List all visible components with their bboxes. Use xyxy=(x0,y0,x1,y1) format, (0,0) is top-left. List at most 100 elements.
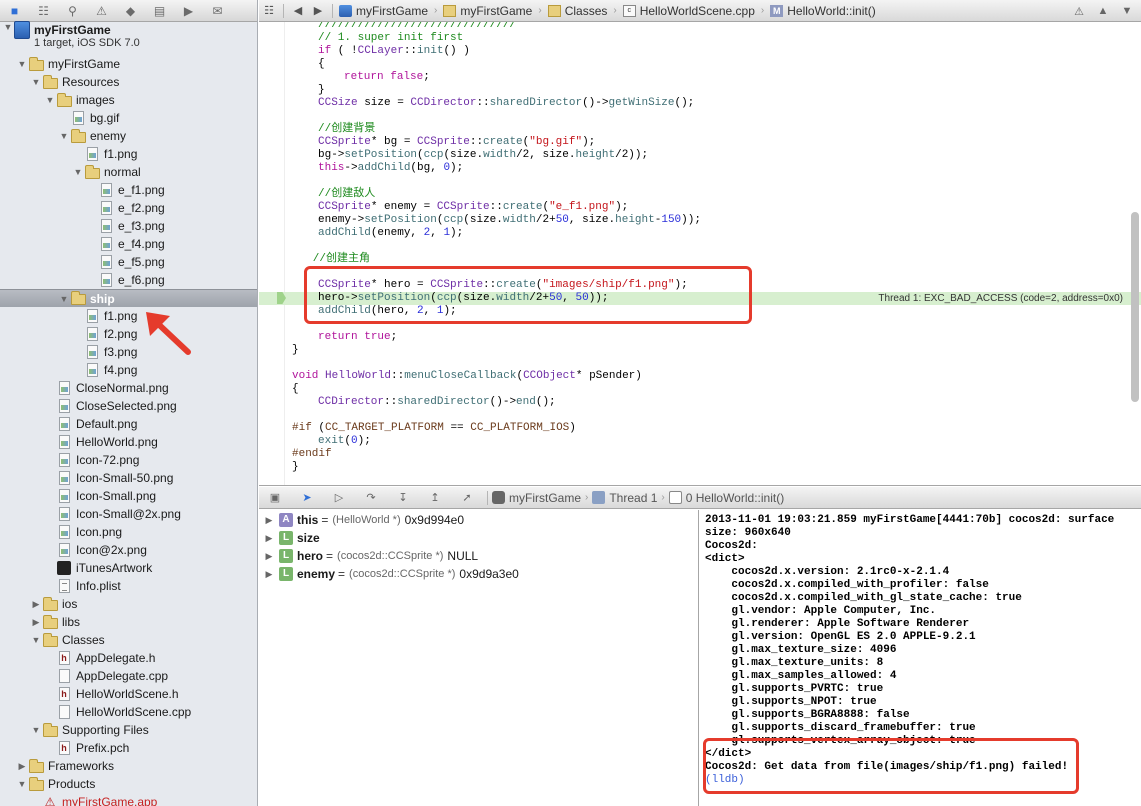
file-row[interactable]: ▶e_f4.png xyxy=(0,235,257,253)
code-line[interactable]: return true; xyxy=(259,331,1141,344)
code-line[interactable]: ////////////////////////////// xyxy=(259,22,1141,32)
location-icon[interactable]: ➚ xyxy=(451,491,483,504)
folder-row[interactable]: ▼ Supporting Files xyxy=(0,721,257,739)
file-row[interactable]: ▶CloseSelected.png xyxy=(0,397,257,415)
file-row[interactable]: ▶e_f6.png xyxy=(0,271,257,289)
file-row[interactable]: ▶Icon-72.png xyxy=(0,451,257,469)
folder-row[interactable]: ▶ libs xyxy=(0,613,257,631)
folder-row[interactable]: ▶ ios xyxy=(0,595,257,613)
test-icon[interactable]: ◆ xyxy=(116,0,145,22)
disclosure-triangle-icon[interactable]: ▼ xyxy=(58,294,70,304)
file-row[interactable]: ▶HelloWorld.png xyxy=(0,433,257,451)
debug-console[interactable]: 2013-11-01 19:03:21.859 myFirstGame[4441… xyxy=(700,510,1141,806)
file-row[interactable]: ▶hAppDelegate.h xyxy=(0,649,257,667)
debug-breadcrumb-item[interactable]: myFirstGame xyxy=(492,491,581,505)
file-row[interactable]: ▶f1.png xyxy=(0,145,257,163)
file-row[interactable]: ▶e_f2.png xyxy=(0,199,257,217)
code-line[interactable]: CCSprite* enemy = CCSprite::create("e_f1… xyxy=(259,201,1141,214)
file-row[interactable]: ▶e_f3.png xyxy=(0,217,257,235)
program-counter-arrow-icon[interactable] xyxy=(277,292,286,304)
debug-icon[interactable]: ▤ xyxy=(145,0,174,22)
log-icon[interactable]: ✉ xyxy=(203,0,232,22)
file-row[interactable]: ▶Icon-Small@2x.png xyxy=(0,505,257,523)
file-row[interactable]: ▶CloseNormal.png xyxy=(0,379,257,397)
code-line[interactable]: #if (CC_TARGET_PLATFORM == CC_PLATFORM_I… xyxy=(259,422,1141,435)
code-line[interactable]: enemy->setPosition(ccp(size.width/2+50, … xyxy=(259,214,1141,227)
disclosure-triangle-icon[interactable]: ▶ xyxy=(16,761,28,772)
forward-arrow-icon[interactable]: ▶ xyxy=(308,4,328,17)
file-row[interactable]: ▶hHelloWorldScene.h xyxy=(0,685,257,703)
file-row[interactable]: ▶f3.png xyxy=(0,343,257,361)
code-line[interactable]: #endif xyxy=(259,448,1141,461)
debug-breadcrumb-item[interactable]: Thread 1 xyxy=(592,491,657,505)
debug-breadcrumb-item[interactable]: 0 HelloWorld::init() xyxy=(668,491,784,505)
variable-row[interactable]: ▶ Athis = (HelloWorld *) 0x9d994e0 xyxy=(259,511,699,529)
breadcrumb-item[interactable]: myFirstGame xyxy=(441,4,534,18)
code-line[interactable]: if ( !CCLayer::init() ) xyxy=(259,45,1141,58)
file-row[interactable]: ▶⚠myFirstGame.app xyxy=(0,793,257,806)
related-items-icon[interactable]: ☷ xyxy=(259,4,279,17)
file-row[interactable]: ▶Icon-Small.png xyxy=(0,487,257,505)
code-line[interactable]: CCSprite* bg = CCSprite::create("bg.gif"… xyxy=(259,136,1141,149)
code-line[interactable]: //创建敌人 xyxy=(259,188,1141,201)
warning-icon[interactable]: ⚠ xyxy=(87,0,116,22)
file-row[interactable]: ▶f4.png xyxy=(0,361,257,379)
file-row[interactable]: ▶f1.png xyxy=(0,307,257,325)
code-line[interactable] xyxy=(259,357,1141,370)
file-row[interactable]: ▶Default.png xyxy=(0,415,257,433)
editor-scrollbar[interactable] xyxy=(1131,212,1139,402)
step-into-icon[interactable]: ↧ xyxy=(387,491,419,504)
breadcrumb-item[interactable]: Classes xyxy=(546,4,610,18)
file-row[interactable]: ▶Icon@2x.png xyxy=(0,541,257,559)
disclosure-triangle-icon[interactable]: ▼ xyxy=(58,131,70,141)
file-row[interactable]: ▶bg.gif xyxy=(0,109,257,127)
file-row[interactable]: ▶e_f1.png xyxy=(0,181,257,199)
code-line[interactable]: return false; xyxy=(259,71,1141,84)
breakpoint-icon[interactable]: ▶ xyxy=(174,0,203,22)
warning-badge-icon[interactable]: ⚠ xyxy=(1071,4,1087,18)
file-row[interactable]: ▶Icon-Small-50.png xyxy=(0,469,257,487)
file-row[interactable]: ▶Info.plist xyxy=(0,577,257,595)
disclosure-triangle-icon[interactable]: ▼ xyxy=(16,59,28,69)
chevron-down-icon[interactable]: ▼ xyxy=(1119,4,1135,18)
code-line[interactable]: { xyxy=(259,58,1141,71)
folder-row[interactable]: ▼ myFirstGame xyxy=(0,55,257,73)
disclosure-triangle-icon[interactable]: ▶ xyxy=(30,617,42,628)
search-icon[interactable]: ⚲ xyxy=(58,0,87,22)
folder-row[interactable]: ▼ Resources xyxy=(0,73,257,91)
disclosure-triangle-icon[interactable]: ▼ xyxy=(30,725,42,735)
code-line[interactable]: exit(0); xyxy=(259,435,1141,448)
code-line[interactable] xyxy=(259,175,1141,188)
code-line[interactable]: } xyxy=(259,344,1141,357)
folder-row[interactable]: ▼ Products xyxy=(0,775,257,793)
disclosure-triangle-icon[interactable]: ▼ xyxy=(72,167,84,177)
code-line[interactable]: CCDirector::sharedDirector()->end(); xyxy=(259,396,1141,409)
code-line[interactable]: } xyxy=(259,461,1141,474)
chevron-up-icon[interactable]: ▲ xyxy=(1095,4,1111,18)
code-line[interactable]: //创建主角 xyxy=(259,253,1141,266)
code-line[interactable] xyxy=(259,409,1141,422)
variable-row[interactable]: ▶ Lenemy = (cocos2d::CCSprite *) 0x9d9a3e0 xyxy=(259,565,699,583)
code-line[interactable]: CCSize size = CCDirector::sharedDirector… xyxy=(259,97,1141,110)
disclosure-triangle-icon[interactable]: ▶ xyxy=(259,515,279,526)
code-line[interactable]: this->addChild(bg, 0); xyxy=(259,162,1141,175)
source-editor[interactable]: //////////////////////////////// 1. supe… xyxy=(259,22,1141,486)
step-out-icon[interactable]: ↥ xyxy=(419,491,451,504)
code-line[interactable]: // 1. super init first xyxy=(259,32,1141,45)
file-row[interactable]: ▶e_f5.png xyxy=(0,253,257,271)
folder-row[interactable]: ▼ ship xyxy=(0,289,257,307)
project-root-row[interactable]: ▼ myFirstGame 1 target, iOS SDK 7.0 xyxy=(0,21,257,56)
folder-row[interactable]: ▼ images xyxy=(0,91,257,109)
disclosure-triangle-icon[interactable]: ▼ xyxy=(16,779,28,789)
disclosure-triangle-icon[interactable]: ▶ xyxy=(259,533,279,544)
code-line[interactable]: addChild(enemy, 2, 1); xyxy=(259,227,1141,240)
disclosure-triangle-icon[interactable]: ▼ xyxy=(30,77,42,87)
variable-row[interactable]: ▶ Lhero = (cocos2d::CCSprite *) NULL xyxy=(259,547,699,565)
continue-icon[interactable]: ▷ xyxy=(323,491,355,504)
disclosure-triangle-icon[interactable]: ▶ xyxy=(259,551,279,562)
code-line[interactable]: //创建背景 xyxy=(259,123,1141,136)
file-row[interactable]: ▶AppDelegate.cpp xyxy=(0,667,257,685)
code-line[interactable]: { xyxy=(259,383,1141,396)
folder-row[interactable]: ▼ normal xyxy=(0,163,257,181)
code-line[interactable]: void HelloWorld::menuCloseCallback(CCObj… xyxy=(259,370,1141,383)
